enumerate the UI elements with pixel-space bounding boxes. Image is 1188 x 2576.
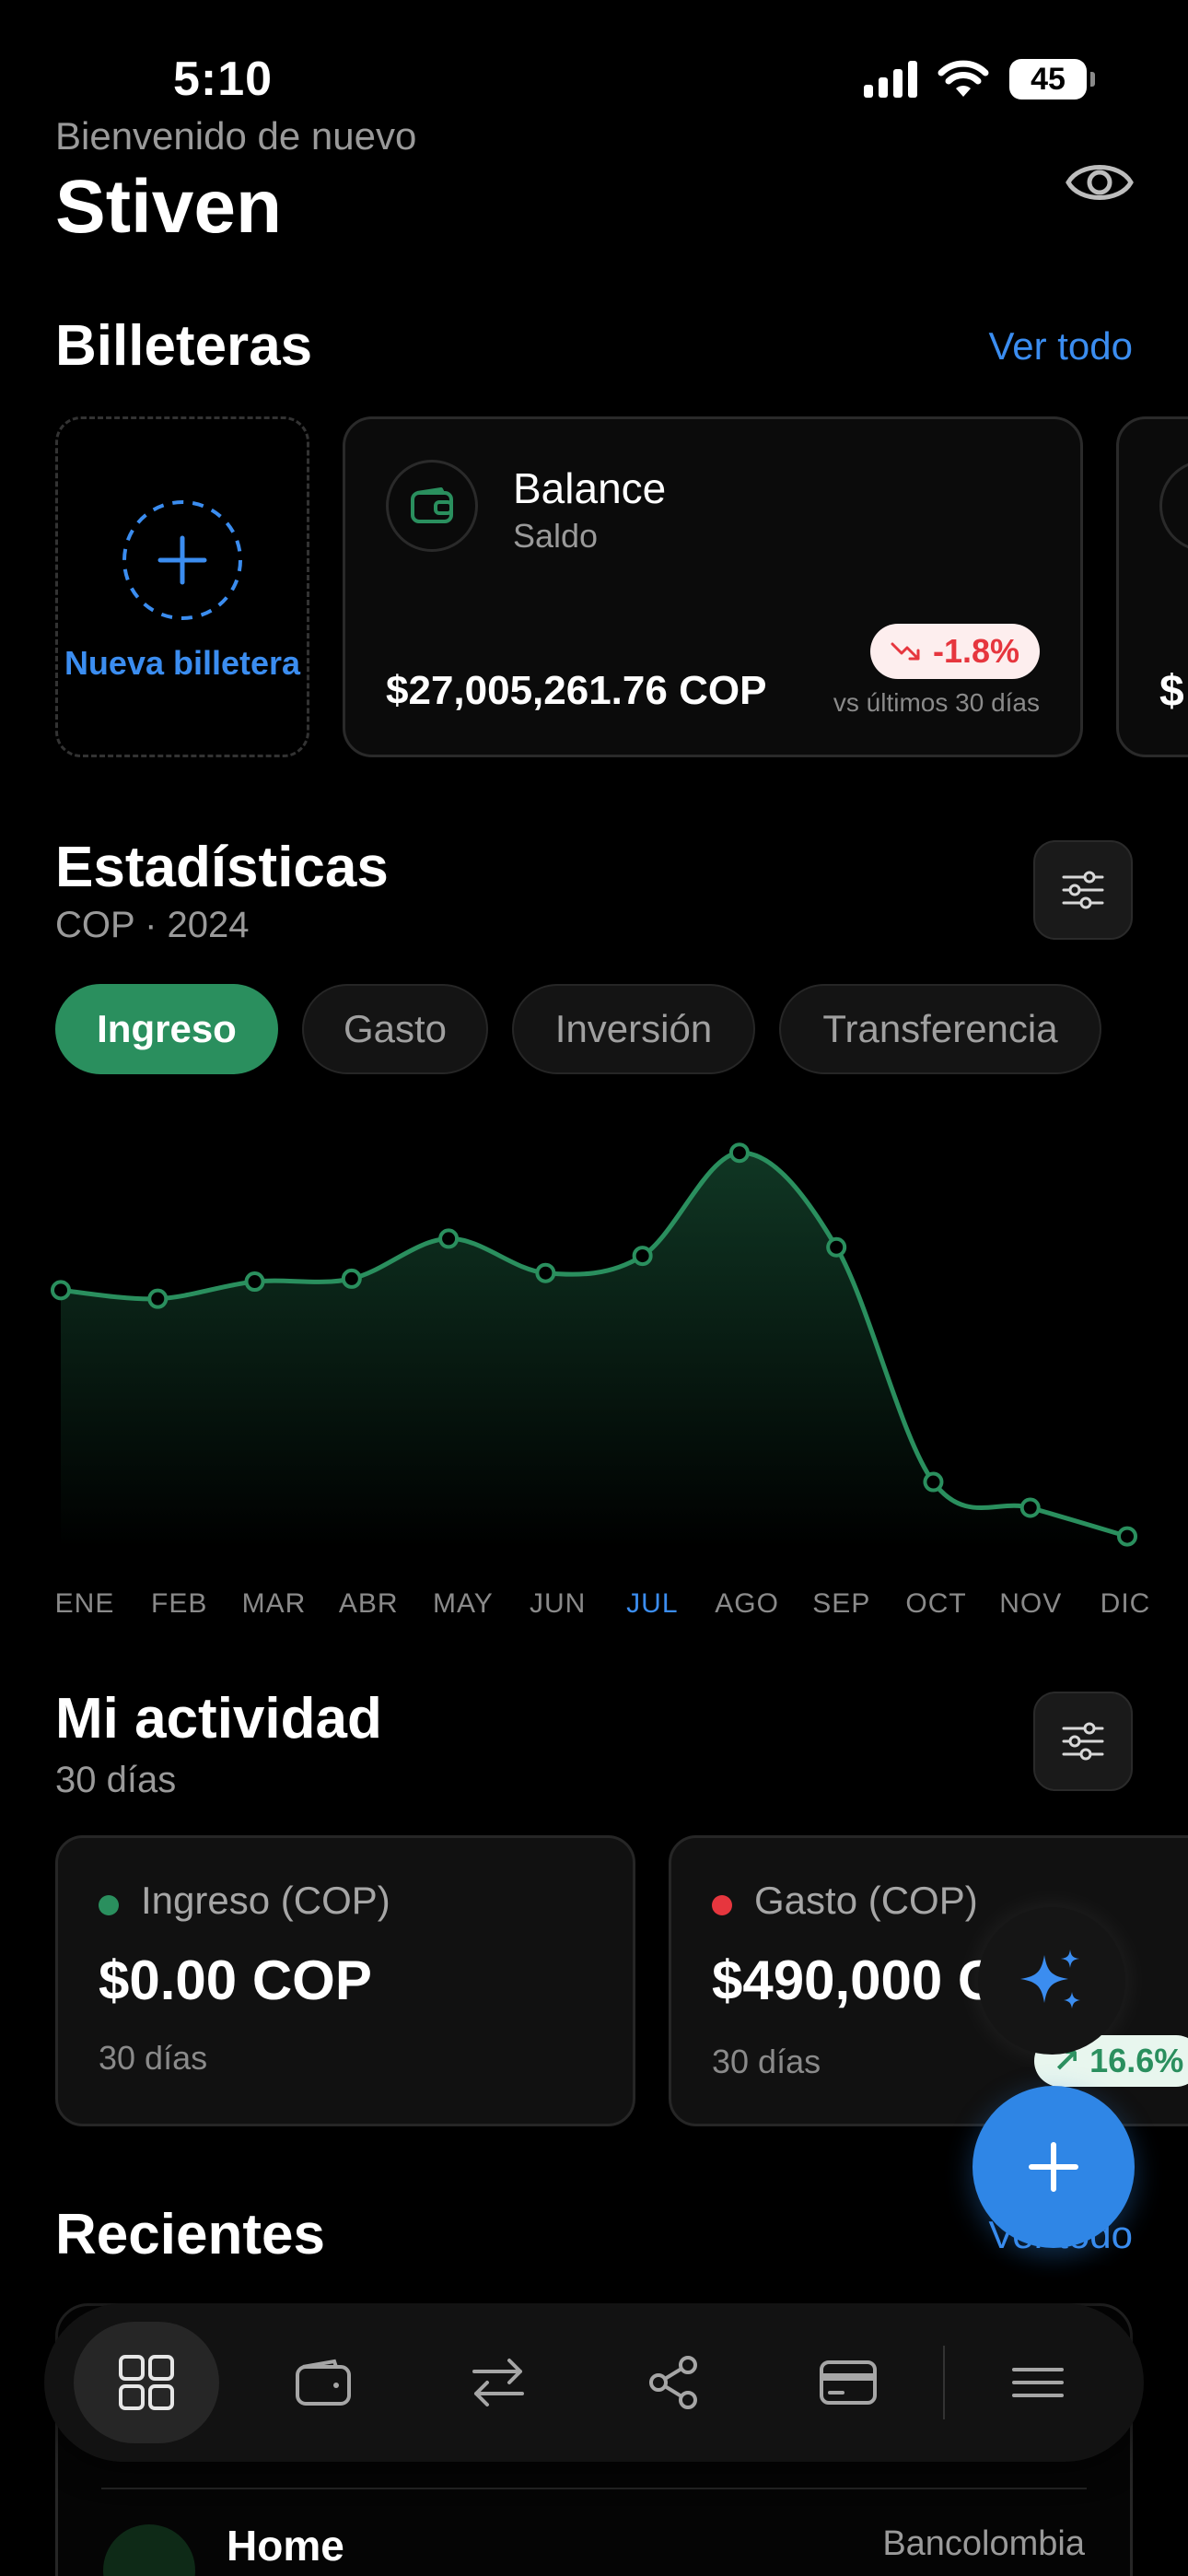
tab-inversion[interactable]: Inversión bbox=[512, 984, 755, 1074]
signal-icon bbox=[864, 61, 917, 98]
month-label-ene[interactable]: ENE bbox=[55, 1588, 115, 1620]
welcome-text: Bienvenido de nuevo bbox=[55, 114, 417, 158]
activity-card-income[interactable]: Ingreso (COP) $0.00 COP 30 días bbox=[55, 1835, 635, 2126]
nav-cards[interactable] bbox=[775, 2322, 921, 2443]
sliders-icon bbox=[1062, 871, 1104, 909]
income-area-chart bbox=[51, 1142, 1137, 1548]
wallet-icon bbox=[296, 2359, 351, 2406]
wallets-title: Billeteras bbox=[55, 314, 313, 378]
add-transaction-button[interactable] bbox=[973, 2086, 1135, 2248]
chart-point-ago[interactable] bbox=[728, 1142, 750, 1164]
recents-title: Recientes bbox=[55, 2203, 325, 2266]
month-label-may[interactable]: MAY bbox=[433, 1588, 494, 1620]
eye-icon[interactable] bbox=[1065, 155, 1135, 210]
tab-gasto[interactable]: Gasto bbox=[302, 984, 488, 1074]
status-time: 5:10 bbox=[173, 53, 274, 106]
chart-point-feb[interactable] bbox=[147, 1288, 169, 1309]
chart-point-jun[interactable] bbox=[535, 1262, 556, 1283]
wallet-change-badge: -1.8% bbox=[869, 624, 1040, 679]
activity-filter-button[interactable] bbox=[1033, 1692, 1133, 1791]
wallet-amount: $27,005,261.76 COP bbox=[386, 668, 767, 713]
status-indicators: 45 bbox=[864, 59, 1095, 100]
nav-divider bbox=[943, 2346, 945, 2419]
activity-card-period: 30 días bbox=[99, 2039, 208, 2077]
activity-title: Mi actividad bbox=[55, 1687, 382, 1751]
recent-item-name[interactable]: Home bbox=[227, 2521, 344, 2570]
wallet-change-period: vs últimos 30 días bbox=[833, 688, 1040, 717]
activity-subtitle: 30 días bbox=[55, 1760, 177, 1800]
recent-item-bank: Bancolombia bbox=[882, 2524, 1085, 2563]
wallet-amount: $ bbox=[1159, 667, 1184, 716]
stats-filter-button[interactable] bbox=[1033, 840, 1133, 940]
plus-icon bbox=[1029, 2142, 1078, 2192]
activity-card-value: $0.00 COP bbox=[99, 1950, 372, 2011]
wallet-icon bbox=[411, 487, 453, 523]
sliders-icon bbox=[1062, 1722, 1104, 1761]
app-screen: 5:10 45 Bienvenido de nuevo Stiven Bille… bbox=[0, 0, 1188, 2576]
nav-share[interactable] bbox=[600, 2322, 746, 2443]
nav-wallets[interactable] bbox=[250, 2322, 396, 2443]
nav-dashboard[interactable] bbox=[74, 2322, 219, 2443]
wallet-card-next[interactable]: $ bbox=[1116, 416, 1188, 757]
chart-point-dic[interactable] bbox=[1117, 1526, 1137, 1547]
bottom-navigation bbox=[44, 2303, 1144, 2462]
battery-indicator: 45 bbox=[1009, 59, 1095, 100]
month-label-ago[interactable]: AGO bbox=[715, 1588, 779, 1620]
menu-icon bbox=[1012, 2368, 1064, 2397]
wifi-icon bbox=[938, 60, 989, 97]
tab-ingreso[interactable]: Ingreso bbox=[55, 984, 278, 1074]
dashboard-icon bbox=[119, 2355, 174, 2410]
wallet-icon-container bbox=[386, 460, 478, 552]
month-label-mar[interactable]: MAR bbox=[242, 1588, 307, 1620]
new-wallet-label: Nueva billetera bbox=[64, 644, 301, 682]
tab-transferencia[interactable]: Transferencia bbox=[779, 984, 1101, 1074]
status-dot bbox=[99, 1895, 119, 1915]
wallet-name: Balance bbox=[513, 464, 667, 512]
month-label-sep[interactable]: SEP bbox=[812, 1588, 870, 1620]
nav-transfers[interactable] bbox=[425, 2322, 571, 2443]
stats-title: Estadísticas bbox=[55, 836, 389, 899]
activity-card-period: 30 días bbox=[712, 2043, 821, 2080]
user-name: Stiven bbox=[55, 165, 283, 249]
nav-menu[interactable] bbox=[965, 2322, 1111, 2443]
chart-area-fill bbox=[61, 1153, 1127, 1548]
recents-divider bbox=[101, 2488, 1087, 2489]
add-circle-icon bbox=[122, 500, 242, 620]
month-label-abr[interactable]: ABR bbox=[339, 1588, 399, 1620]
wallet-type: Saldo bbox=[513, 517, 599, 555]
chart-point-may[interactable] bbox=[438, 1228, 460, 1249]
chart-point-jul[interactable] bbox=[632, 1246, 653, 1267]
wallet-icon-container bbox=[1159, 460, 1188, 552]
status-dot bbox=[712, 1895, 732, 1915]
chart-point-nov[interactable] bbox=[1019, 1497, 1041, 1518]
chart-point-abr[interactable] bbox=[341, 1268, 362, 1289]
share-icon bbox=[649, 2356, 697, 2409]
month-label-jul[interactable]: JUL bbox=[626, 1588, 678, 1620]
activity-card-title: Gasto (COP) bbox=[754, 1879, 978, 1922]
activity-card-title: Ingreso (COP) bbox=[141, 1879, 390, 1922]
trend-down-icon bbox=[891, 642, 920, 661]
ai-assistant-button[interactable] bbox=[978, 1907, 1125, 2055]
chart-point-ene[interactable] bbox=[51, 1280, 71, 1301]
wallet-card-balance[interactable]: Balance Saldo $27,005,261.76 COP -1.8% v… bbox=[343, 416, 1083, 757]
month-label-nov[interactable]: NOV bbox=[999, 1588, 1062, 1620]
month-label-oct[interactable]: OCT bbox=[905, 1588, 966, 1620]
chart-point-oct[interactable] bbox=[923, 1471, 944, 1493]
transfer-icon bbox=[472, 2359, 524, 2406]
wallet-change-value: -1.8% bbox=[932, 632, 1019, 670]
card-icon bbox=[820, 2360, 877, 2405]
new-wallet-button[interactable]: Nueva billetera bbox=[55, 416, 309, 757]
month-label-jun[interactable]: JUN bbox=[530, 1588, 586, 1620]
month-label-dic[interactable]: DIC bbox=[1101, 1588, 1151, 1620]
month-label-feb[interactable]: FEB bbox=[151, 1588, 207, 1620]
sparkles-icon bbox=[1020, 1950, 1080, 2008]
chart-point-mar[interactable] bbox=[244, 1271, 265, 1293]
wallets-see-all-link[interactable]: Ver todo bbox=[989, 324, 1133, 369]
stats-subtitle: COP · 2024 bbox=[55, 905, 250, 945]
chart-point-sep[interactable] bbox=[826, 1236, 847, 1258]
